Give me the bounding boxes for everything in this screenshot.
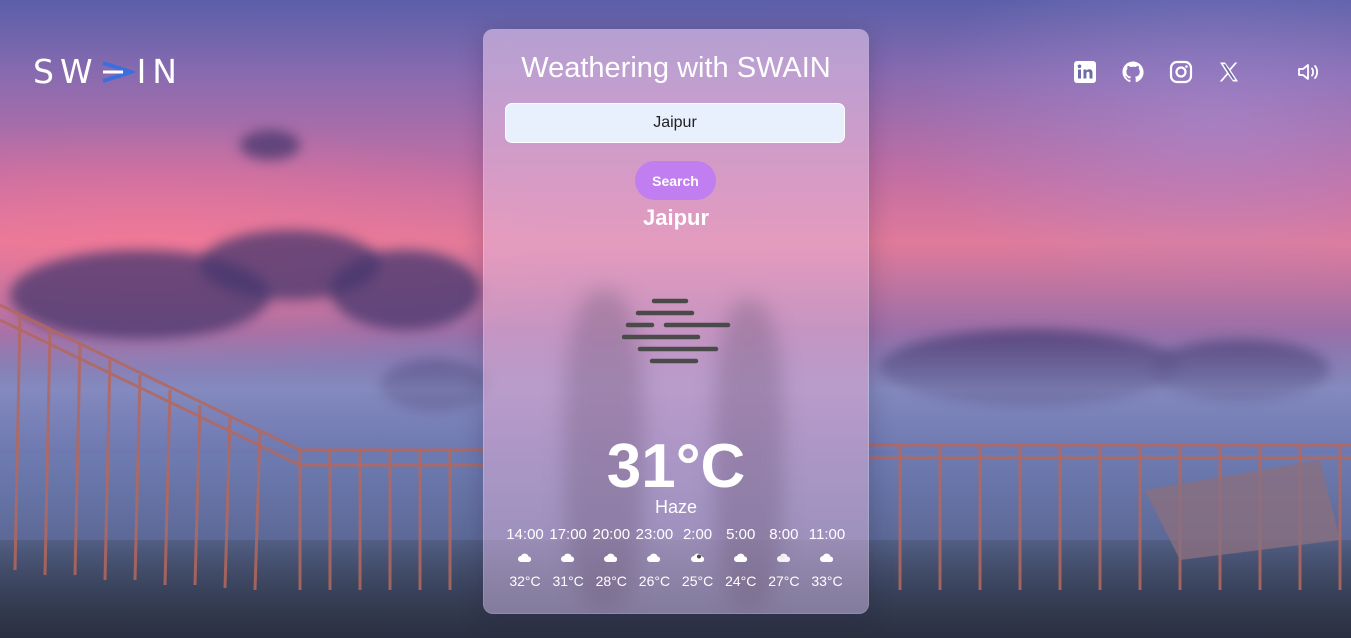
forecast-temp: 24°C xyxy=(725,573,757,589)
cloud-icon xyxy=(819,546,834,570)
logo-arrow-icon xyxy=(101,61,135,83)
forecast-time: 23:00 xyxy=(635,526,674,543)
forecast-item: 5:00 24°C xyxy=(720,524,762,594)
city-name: Jaipur xyxy=(642,205,710,230)
forecast-temp: 33°C xyxy=(811,573,843,589)
brand-logo[interactable]: SW IN xyxy=(33,52,183,92)
haze-mist-icon xyxy=(622,298,731,364)
cloud-icon xyxy=(518,546,532,570)
social-links xyxy=(1072,58,1264,86)
forecast-temp: 31°C xyxy=(552,573,584,589)
forecast-temp: 27°C xyxy=(768,573,800,589)
cloud-icon xyxy=(604,546,618,570)
forecast-time: 11:00 xyxy=(808,526,846,543)
weather-card: Weathering with SWAIN Search Jaipur 31°C… xyxy=(483,29,869,614)
forecast-item: 14:00 32°C xyxy=(504,524,546,594)
cloud-decoration xyxy=(240,130,300,160)
cloud-icon xyxy=(561,546,575,570)
forecast-item: 20:00 28°C xyxy=(590,524,632,594)
cloud-icon xyxy=(647,546,661,570)
forecast-item: 11:00 33°C xyxy=(806,524,848,594)
logo-text-right: IN xyxy=(136,52,183,91)
weather-condition: Haze xyxy=(654,497,698,517)
search-button[interactable]: Search xyxy=(635,161,716,200)
linkedin-icon[interactable] xyxy=(1072,59,1098,85)
forecast-time: 8:00 xyxy=(769,526,799,543)
github-icon[interactable] xyxy=(1120,59,1146,85)
forecast-item: 23:00 26°C xyxy=(633,524,675,594)
forecast-time: 17:00 xyxy=(549,526,587,543)
logo-text-left: SW xyxy=(33,52,99,91)
hourly-forecast: 14:00 32°C 17:00 31°C 20:00 28°C 23:00 2… xyxy=(504,524,848,594)
x-twitter-icon[interactable] xyxy=(1216,59,1242,85)
current-temperature: 31°C xyxy=(606,432,746,501)
forecast-time: 2:00 xyxy=(682,526,713,543)
weather-app-page: SW IN Weathering with SWAIN Jaipur Searc… xyxy=(0,0,1351,638)
city-search-input[interactable] xyxy=(505,103,845,143)
sky-glow xyxy=(900,0,1351,300)
forecast-temp: 25°C xyxy=(681,573,714,589)
forecast-time: 14:00 xyxy=(506,526,544,543)
forecast-item: 8:00 27°C xyxy=(763,524,805,594)
speaker-volume-icon[interactable] xyxy=(1296,60,1322,84)
forecast-time: 20:00 xyxy=(592,526,631,543)
forecast-temp: 26°C xyxy=(638,573,671,589)
cloud-sun-icon xyxy=(776,546,791,570)
forecast-item: 2:00 25°C xyxy=(677,524,719,594)
app-title: Weathering with SWAIN xyxy=(521,52,831,84)
cloud-icon xyxy=(733,546,748,570)
forecast-item: 17:00 31°C xyxy=(547,524,589,594)
instagram-icon[interactable] xyxy=(1168,59,1194,85)
cloud-moon-icon xyxy=(690,546,705,570)
forecast-temp: 28°C xyxy=(595,573,627,589)
forecast-time: 5:00 xyxy=(726,526,756,543)
forecast-temp: 32°C xyxy=(509,573,541,589)
